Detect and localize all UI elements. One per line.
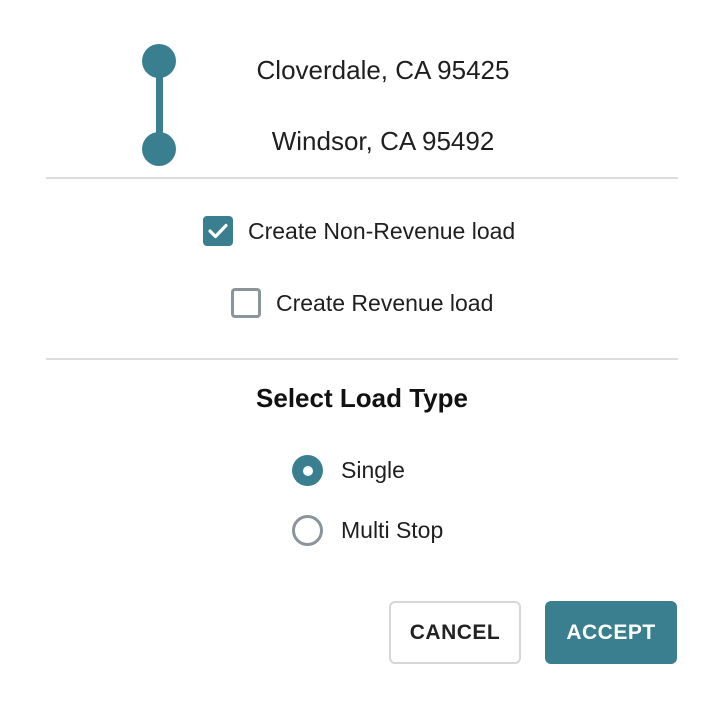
check-icon — [208, 223, 228, 239]
load-dialog: Cloverdale, CA 95425 Windsor, CA 95492 C… — [0, 0, 724, 710]
route-destination-dot-icon — [142, 132, 176, 166]
origin-location: Cloverdale, CA 95425 — [256, 55, 510, 85]
cancel-button[interactable]: CANCEL — [389, 601, 521, 664]
route-origin-dot-icon — [142, 44, 176, 78]
load-type-single-option[interactable]: Single — [292, 455, 405, 486]
load-type-multi-stop-label: Multi Stop — [341, 517, 444, 543]
divider — [46, 177, 678, 179]
divider — [46, 358, 678, 360]
destination-location: Windsor, CA 95492 — [271, 126, 495, 156]
radio-selected-dot — [302, 465, 313, 476]
load-type-single-label: Single — [341, 457, 405, 483]
load-type-single-radio[interactable] — [292, 455, 323, 486]
non-revenue-load-option[interactable]: Create Non-Revenue load — [203, 216, 515, 246]
revenue-load-label: Create Revenue load — [276, 289, 494, 316]
non-revenue-load-checkbox[interactable] — [203, 216, 233, 246]
revenue-load-checkbox[interactable] — [231, 288, 261, 318]
non-revenue-load-label: Create Non-Revenue load — [248, 217, 516, 244]
load-type-multi-stop-option[interactable]: Multi Stop — [292, 515, 443, 546]
accept-button[interactable]: ACCEPT — [545, 601, 677, 664]
load-type-title: Select Load Type — [256, 383, 468, 413]
load-type-multi-stop-radio[interactable] — [292, 515, 323, 546]
revenue-load-option[interactable]: Create Revenue load — [231, 288, 493, 318]
